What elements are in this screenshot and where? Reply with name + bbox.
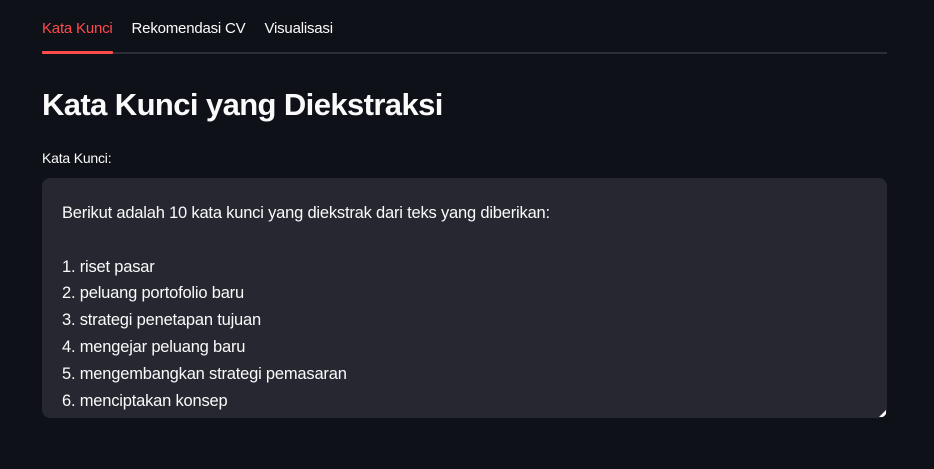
- textarea-line: 5. mengembangkan strategi pemasaran: [62, 364, 347, 383]
- tab-rekomendasi-cv[interactable]: Rekomendasi CV: [132, 19, 246, 52]
- resize-handle-icon[interactable]: [879, 410, 886, 417]
- page-title: Kata Kunci yang Diekstraksi: [42, 87, 443, 122]
- textarea-line: 6. menciptakan konsep: [62, 391, 228, 410]
- keywords-textarea[interactable]: Berikut adalah 10 kata kunci yang diekst…: [42, 178, 887, 418]
- textarea-line: 4. mengejar peluang baru: [62, 337, 246, 356]
- tab-bar: Kata Kunci Rekomendasi CV Visualisasi: [42, 0, 887, 54]
- keywords-field-label: Kata Kunci:: [42, 150, 112, 166]
- textarea-line: 1. riset pasar: [62, 257, 155, 276]
- tab-visualisasi[interactable]: Visualisasi: [264, 19, 333, 52]
- textarea-line: Berikut adalah 10 kata kunci yang diekst…: [62, 204, 550, 222]
- tab-kata-kunci[interactable]: Kata Kunci: [42, 19, 113, 54]
- app-main: Kata Kunci Rekomendasi CV Visualisasi Ka…: [42, 0, 887, 418]
- textarea-line: 2. peluang portofolio baru: [62, 284, 244, 303]
- textarea-line: 3. strategi penetapan tujuan: [62, 311, 261, 330]
- textarea-line: [62, 227, 867, 254]
